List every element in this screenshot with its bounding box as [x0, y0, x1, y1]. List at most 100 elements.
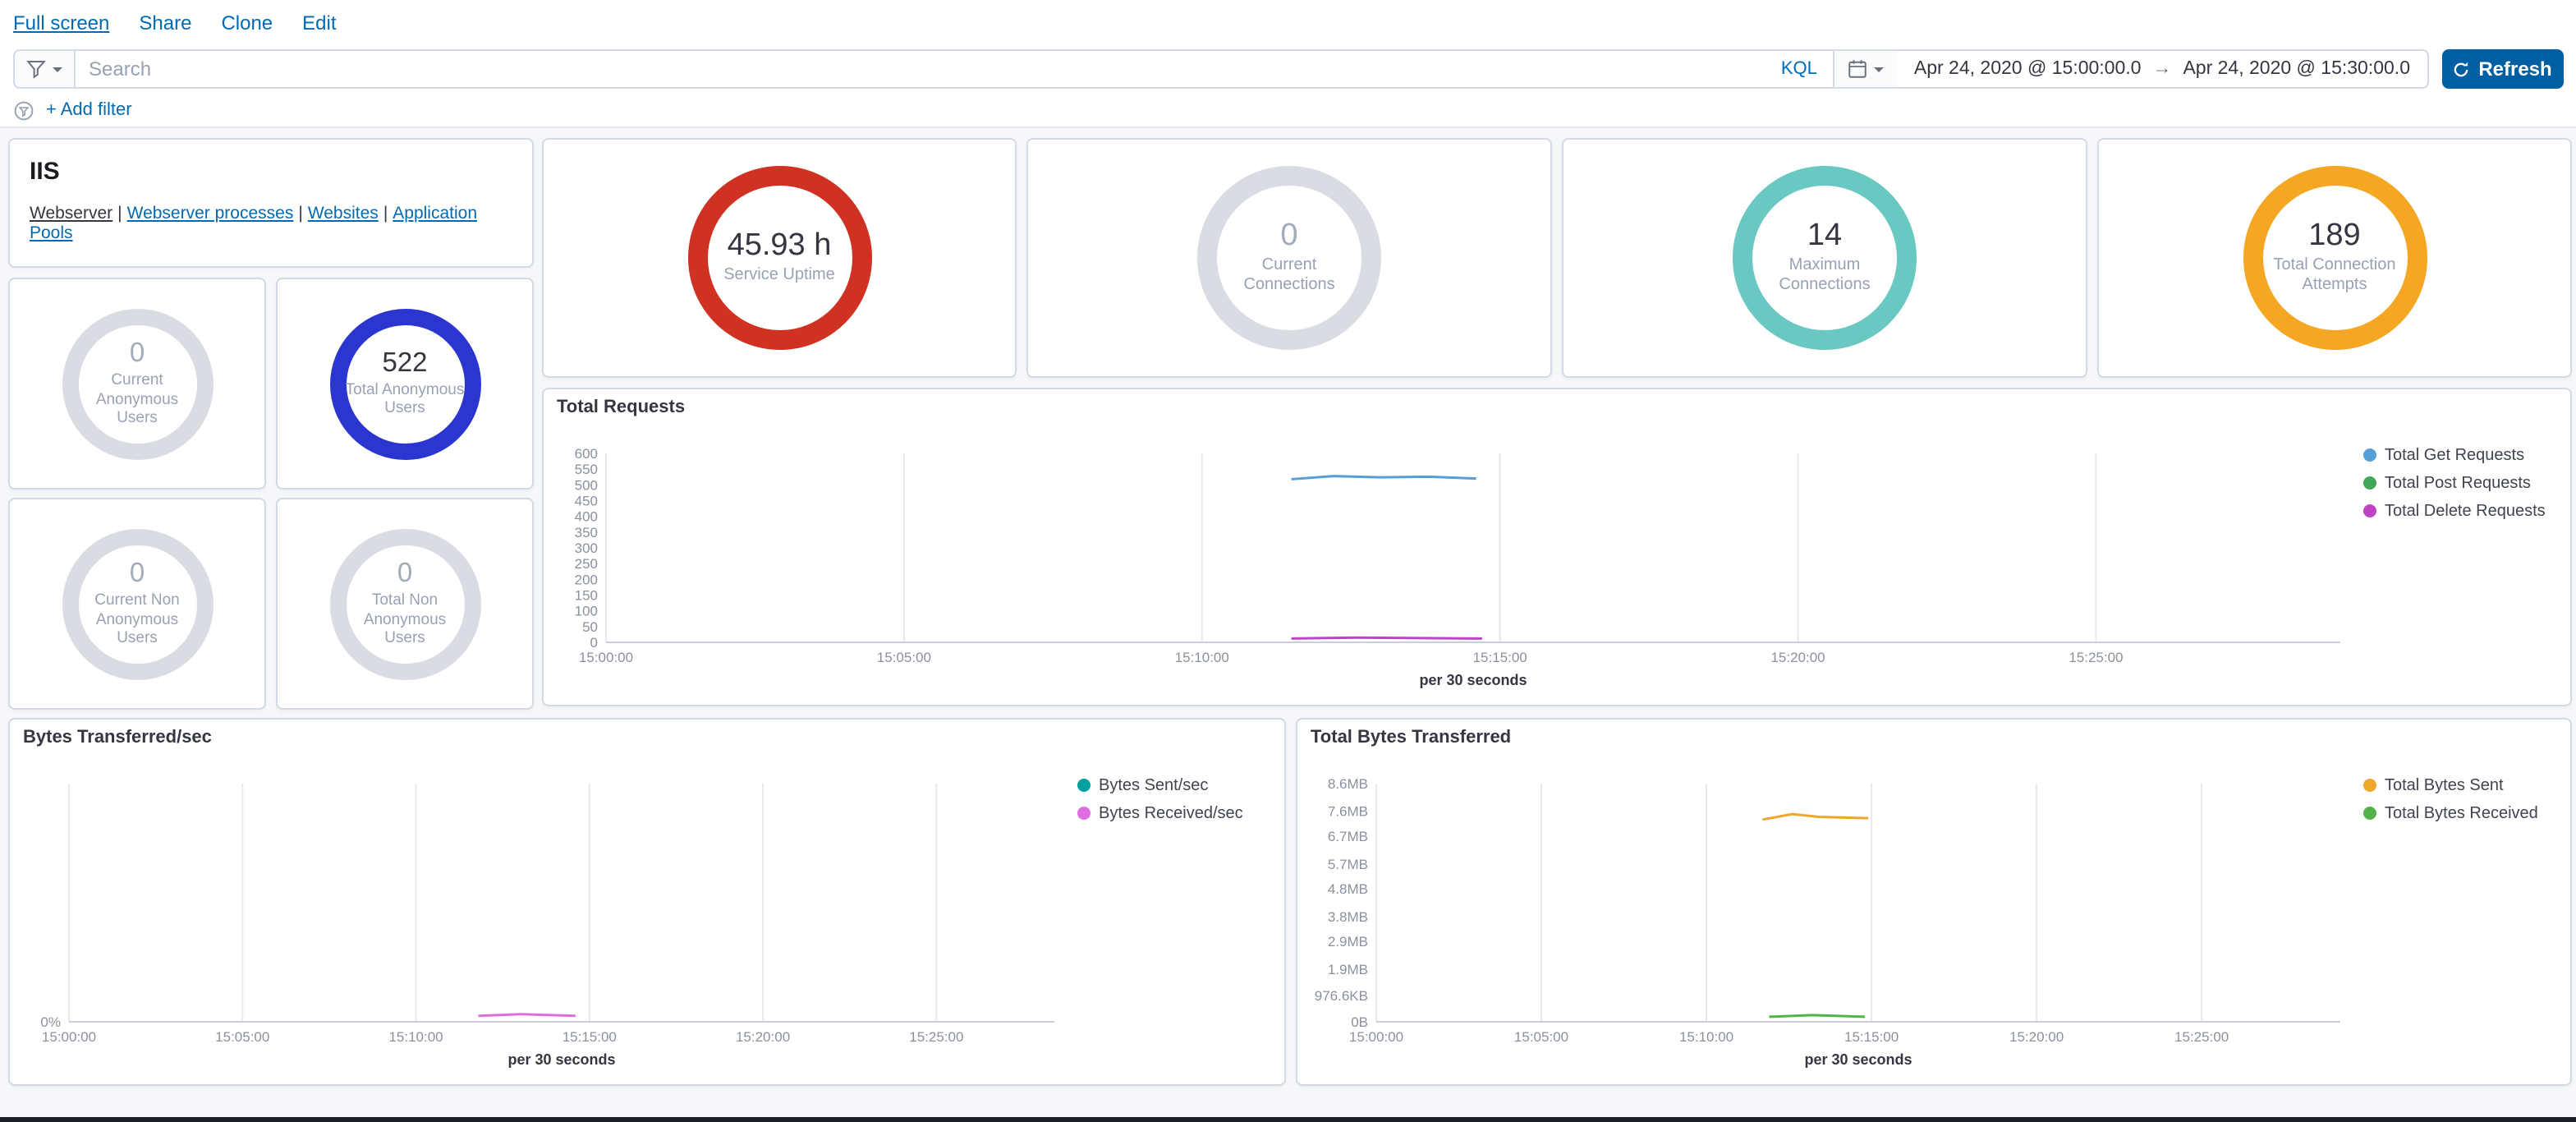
panel-maximum-connections: 14 Maximum Connections — [1562, 138, 2087, 378]
legend-dot-icon — [1077, 779, 1091, 792]
svg-text:15:15:00: 15:15:00 — [562, 1029, 617, 1045]
gauge-label: Current Anonymous Users — [75, 372, 200, 427]
gauge-label: Current Connections — [1220, 256, 1358, 295]
gauge-label: Total Non Anonymous Users — [342, 592, 467, 647]
legend-item[interactable]: Bytes Received/sec — [1077, 805, 1268, 823]
legend-label: Total Bytes Sent — [2385, 777, 2504, 795]
svg-text:15:25:00: 15:25:00 — [2069, 650, 2123, 665]
link-webserver-processes[interactable]: Webserver processes — [127, 204, 294, 223]
svg-text:976.6KB: 976.6KB — [1315, 988, 1368, 1004]
gauge-value: 0 — [397, 560, 412, 589]
date-range-arrow: → — [2152, 59, 2171, 79]
svg-text:15:05:00: 15:05:00 — [1514, 1029, 1568, 1045]
svg-text:8.6MB: 8.6MB — [1328, 776, 1368, 792]
legend-label: Total Post Requests — [2385, 475, 2531, 493]
legend-item[interactable]: Total Get Requests — [2363, 447, 2554, 465]
legend-label: Total Delete Requests — [2385, 503, 2546, 521]
svg-text:2.9MB: 2.9MB — [1328, 934, 1368, 950]
svg-text:600: 600 — [575, 446, 598, 462]
link-webserver[interactable]: Webserver — [30, 204, 112, 223]
gauge-label: Service Uptime — [723, 266, 835, 286]
svg-text:500: 500 — [575, 477, 598, 493]
legend-item[interactable]: Total Post Requests — [2363, 475, 2554, 493]
legend-label: Bytes Sent/sec — [1099, 777, 1208, 795]
refresh-button[interactable]: Refresh — [2441, 49, 2563, 89]
menu-full-screen[interactable]: Full screen — [13, 11, 109, 34]
svg-text:1.9MB: 1.9MB — [1328, 962, 1368, 977]
legend-item[interactable]: Total Delete Requests — [2363, 503, 2554, 521]
gauge-label: Maximum Connections — [1756, 256, 1894, 295]
series-line — [1769, 1015, 1865, 1017]
svg-text:3.8MB: 3.8MB — [1328, 909, 1368, 925]
panel-current-non-anonymous-users: 0 Current Non Anonymous Users — [8, 498, 266, 710]
panel-title: Bytes Transferred/sec — [10, 720, 1284, 751]
legend-dot-icon — [2363, 779, 2376, 792]
refresh-label: Refresh — [2478, 57, 2551, 80]
svg-text:15:25:00: 15:25:00 — [909, 1029, 963, 1045]
svg-text:15:10:00: 15:10:00 — [1175, 650, 1229, 665]
legend-item[interactable]: Total Bytes Received — [2363, 805, 2554, 823]
filter-options-icon[interactable] — [13, 99, 34, 121]
chart-plot[interactable]: 15:00:0015:05:0015:10:0015:15:0015:20:00… — [20, 751, 1071, 1081]
legend-label: Total Bytes Received — [2385, 805, 2538, 823]
total-requests-chart[interactable]: 15:00:0015:05:0015:10:0015:15:0015:20:00… — [553, 421, 2357, 710]
gauge-value: 45.93 h — [728, 230, 832, 263]
menu-share[interactable]: Share — [139, 11, 191, 34]
bytes-per-sec-chart[interactable]: 15:00:0015:05:0015:10:0015:15:0015:20:00… — [20, 751, 1071, 1089]
total-bytes-chart[interactable]: 15:00:0015:05:0015:10:0015:15:0015:20:00… — [1307, 751, 2357, 1089]
chevron-down-icon — [1875, 67, 1885, 76]
panel-total-requests: Total Requests 15:00:0015:05:0015:10:001… — [542, 388, 2572, 706]
panel-title: Total Bytes Transferred — [1297, 720, 2570, 751]
query-bar: KQL Apr 24, 2020 @ 15:00:00.0 → Apr 24, … — [0, 46, 2576, 92]
menu-edit[interactable]: Edit — [302, 11, 336, 34]
panel-title: Total Requests — [544, 389, 2570, 421]
panel-bytes-transferred-per-sec: Bytes Transferred/sec 15:00:0015:05:0015… — [8, 718, 1286, 1086]
calendar-button[interactable] — [1834, 51, 1898, 87]
svg-text:200: 200 — [575, 572, 598, 587]
svg-text:4.8MB: 4.8MB — [1328, 881, 1368, 897]
legend-dot-icon — [2363, 504, 2376, 517]
panel-total-bytes-transferred: Total Bytes Transferred 15:00:00 15:05:00… — [1296, 718, 2572, 1086]
date-end[interactable]: Apr 24, 2020 @ 15:30:00.0 — [2183, 59, 2410, 79]
horizontal-scrollbar[interactable] — [0, 1117, 2576, 1122]
query-input-group: KQL Apr 24, 2020 @ 15:00:00.0 → Apr 24, … — [13, 49, 2428, 89]
iis-title: IIS — [30, 158, 512, 186]
legend-item[interactable]: Bytes Sent/sec — [1077, 777, 1268, 795]
svg-text:0B: 0B — [1351, 1014, 1368, 1030]
menu-clone[interactable]: Clone — [221, 11, 273, 34]
bytes-per-sec-legend: Bytes Sent/sec Bytes Received/sec — [1071, 751, 1274, 1089]
panel-total-anonymous-users: 522 Total Anonymous Users — [276, 278, 534, 490]
panel-total-connection-attempts: 189 Total Connection Attempts — [2097, 138, 2572, 378]
legend-dot-icon — [2363, 807, 2376, 820]
link-websites[interactable]: Websites — [308, 204, 379, 223]
svg-text:0%: 0% — [40, 1014, 61, 1030]
add-filter-link[interactable]: + Add filter — [46, 100, 132, 120]
legend-item[interactable]: Total Bytes Sent — [2363, 777, 2554, 795]
chart-plot[interactable]: 15:00:0015:05:0015:10:0015:15:0015:20:00… — [1307, 751, 2357, 1081]
legend-label: Total Get Requests — [2385, 447, 2524, 465]
svg-text:15:20:00: 15:20:00 — [736, 1029, 790, 1045]
legend-dot-icon — [1077, 807, 1091, 820]
kibana-dashboard: Full screen Share Clone Edit KQL — [0, 0, 2576, 1122]
kql-toggle-button[interactable]: KQL — [1765, 51, 1834, 87]
date-start[interactable]: Apr 24, 2020 @ 15:00:00.0 — [1914, 59, 2142, 79]
svg-text:15:10:00: 15:10:00 — [388, 1029, 443, 1045]
svg-text:per 30 seconds: per 30 seconds — [507, 1051, 615, 1068]
gauge-value: 14 — [1807, 220, 1842, 253]
search-input[interactable] — [76, 51, 1765, 87]
svg-text:5.7MB: 5.7MB — [1328, 857, 1368, 872]
svg-text:15:00:00: 15:00:00 — [1349, 1029, 1403, 1045]
link-separator: | — [117, 204, 122, 223]
chart-plot[interactable]: 15:00:0015:05:0015:10:0015:15:0015:20:00… — [553, 421, 2357, 701]
panel-current-anonymous-users: 0 Current Anonymous Users — [8, 278, 266, 490]
chevron-down-icon — [53, 67, 62, 76]
gauge-label: Total Connection Attempts — [2266, 256, 2404, 295]
svg-text:7.6MB: 7.6MB — [1328, 804, 1368, 820]
saved-query-menu-button[interactable] — [15, 51, 76, 87]
total-bytes-legend: Total Bytes Sent Total Bytes Received — [2357, 751, 2560, 1089]
svg-text:15:15:00: 15:15:00 — [1473, 650, 1527, 665]
gauge-label: Current Non Anonymous Users — [75, 592, 200, 647]
svg-text:6.7MB: 6.7MB — [1328, 829, 1368, 844]
svg-text:150: 150 — [575, 588, 598, 604]
svg-text:15:20:00: 15:20:00 — [1770, 650, 1825, 665]
